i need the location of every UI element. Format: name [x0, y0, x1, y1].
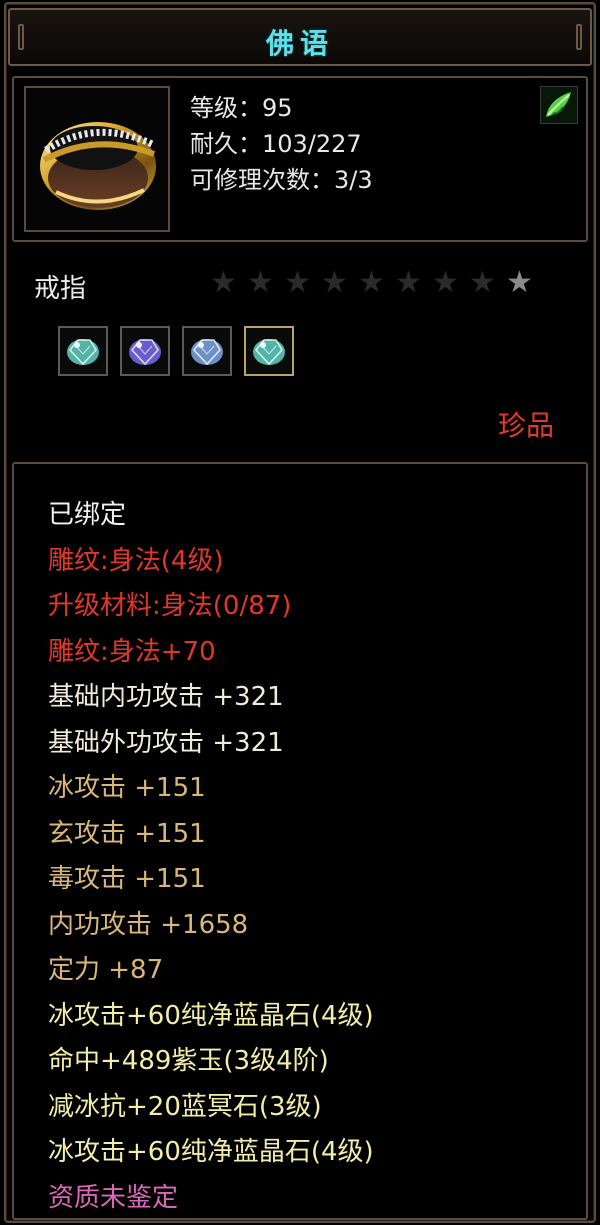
cyan-gem-icon[interactable] — [244, 326, 294, 376]
enhancement-star-icon: ★ — [506, 265, 533, 300]
attribute-line: 基础外功攻击 +321 — [48, 727, 284, 758]
attribute-line: 升级材料:身法(0/87) — [48, 591, 292, 621]
green-leaf-icon — [540, 86, 578, 124]
enhancement-star-icon: ★ — [395, 265, 422, 300]
attribute-line: 冰攻击+60纯净蓝晶石(4级) — [48, 1000, 374, 1031]
attribute-line: 冰攻击+60纯净蓝晶石(4级) — [48, 1137, 374, 1167]
attribute-panel: 已绑定雕纹:身法(4级) 升级材料:身法(0/87) 雕纹:身法+70 基础内功攻击 … — [12, 462, 588, 1220]
enhancement-star-icon: ★ — [469, 265, 496, 300]
enhancement-star-icon: ★ — [321, 265, 348, 300]
attribute-line: 基础内功攻击 +321 — [48, 682, 284, 712]
attribute-line: 内功攻击 +1658 — [48, 909, 249, 940]
attribute-line: 定力 +87 — [48, 955, 164, 985]
item-name: 佛语 — [265, 27, 334, 60]
attribute-line: 命中+489紫玉(3级4阶) — [48, 1046, 329, 1076]
item-rarity: 珍品 — [497, 409, 554, 442]
enhancement-star-icon: ★ — [432, 265, 459, 300]
attribute-line: 冰攻击 +151 — [48, 773, 206, 803]
attribute-line: 已绑定 — [48, 500, 127, 530]
item-type: 戒指 — [34, 274, 87, 304]
item-durability: 耐久：103/227 — [190, 130, 362, 158]
attribute-line: 减冰抗+20蓝冥石(3级) — [48, 1091, 322, 1122]
attribute-line: 资质未鉴定 — [48, 1182, 179, 1213]
item-header-panel: 等级：95 耐久：103/227 可修理次数：3/3 — [12, 76, 588, 242]
attribute-line: 雕纹:身法(4级) — [48, 545, 224, 576]
enhancement-star-icon: ★ — [210, 265, 237, 300]
enhancement-star-icon: ★ — [358, 265, 385, 300]
gold-ring-icon — [24, 86, 170, 232]
cyan-gem-icon[interactable] — [58, 326, 108, 376]
enhancement-star-icon: ★ — [284, 265, 311, 300]
blue-gem-icon[interactable] — [182, 326, 232, 376]
attribute-line: 雕纹:身法+70 — [48, 636, 216, 667]
title-bar: 佛语 — [8, 8, 592, 66]
item-repair-count: 可修理次数：3/3 — [190, 166, 373, 194]
purple-gem-icon[interactable] — [120, 326, 170, 376]
title-ornament-right — [576, 24, 582, 50]
attribute-line: 玄攻击 +151 — [48, 818, 206, 849]
item-level: 等级：95 — [190, 94, 293, 122]
attribute-line: 毒攻击 +151 — [48, 864, 206, 894]
enhancement-star-icon: ★ — [247, 265, 274, 300]
